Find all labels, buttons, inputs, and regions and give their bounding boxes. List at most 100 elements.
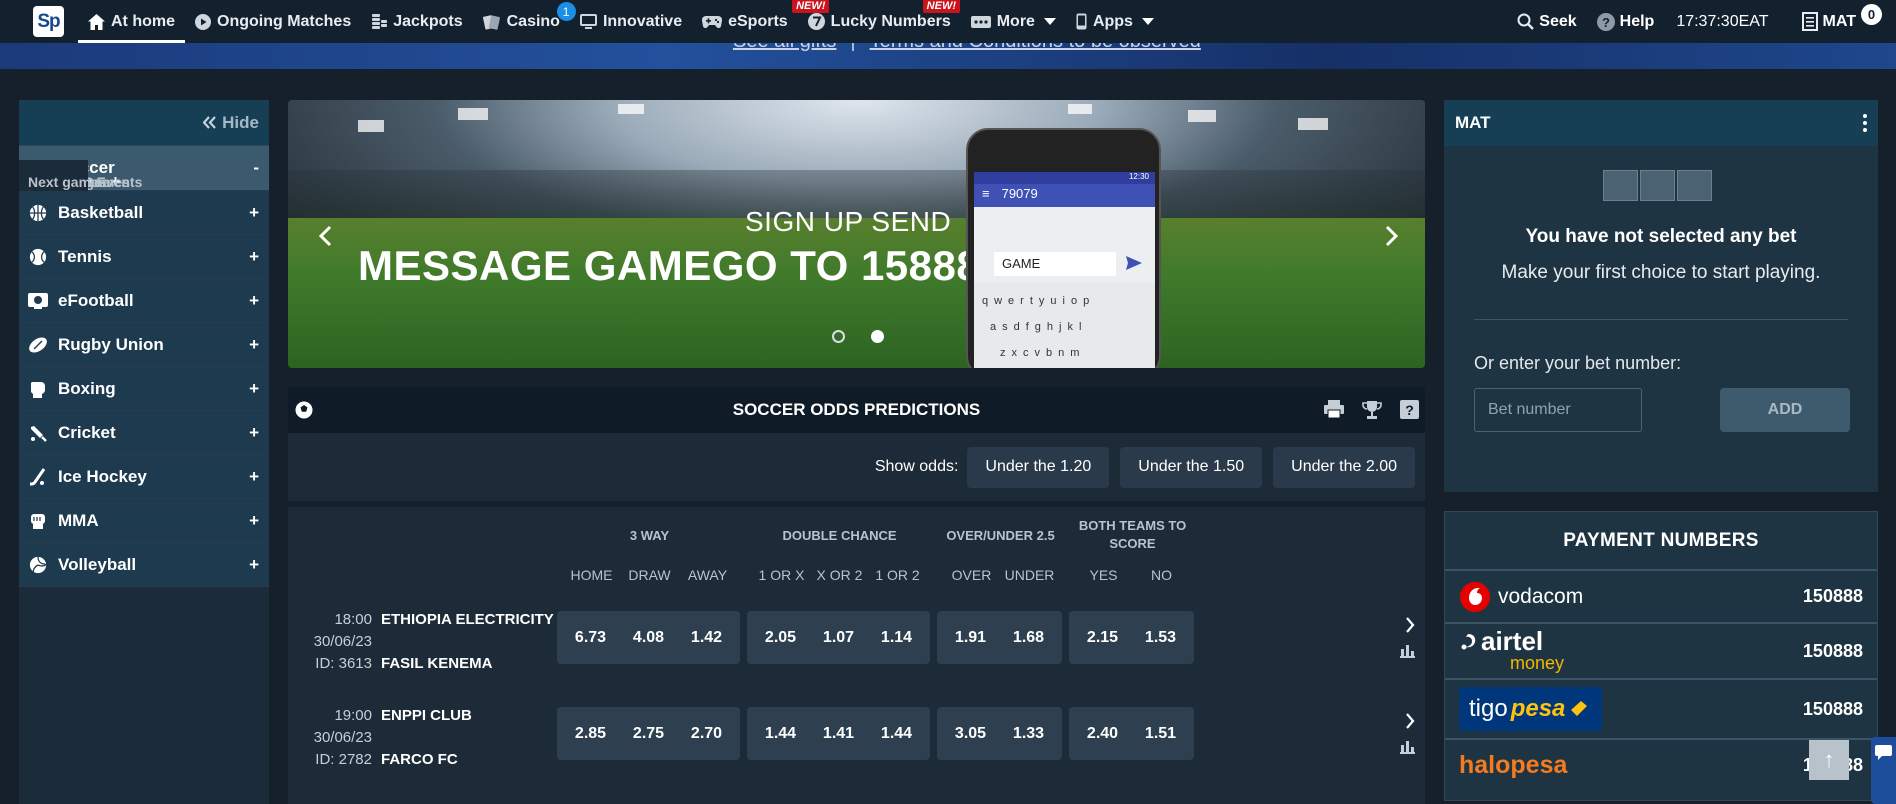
banner-next-arrow[interactable] <box>1385 225 1399 247</box>
odd-button[interactable]: 3.05 <box>937 707 1004 760</box>
promo-banner: SIGN UP SEND MESSAGE GAMEGO TO 15888 12:… <box>288 100 1425 368</box>
odd-button[interactable]: 1.07 <box>805 611 872 664</box>
betslip-panel: MAT You have not selected any bet Make y… <box>1444 100 1878 492</box>
banner-prev-arrow[interactable] <box>318 225 332 247</box>
odd-button[interactable]: 2.15 <box>1069 611 1136 664</box>
nav-at-home[interactable]: At home <box>78 0 185 43</box>
terms-link[interactable]: Terms and Conditions to be observed <box>870 43 1201 53</box>
carousel-dot-active[interactable] <box>871 330 884 343</box>
odd-button[interactable]: 1.42 <box>673 611 740 664</box>
expand-icon[interactable]: + <box>249 511 259 531</box>
phone-illustration: 12:30 ≡ 79079 GAME qwertyuiop asdfghjkl z… <box>966 128 1161 368</box>
sidebar-item-label: Cricket <box>58 422 116 442</box>
filter-under-1-50-button[interactable]: Under the 1.50 <box>1120 446 1263 488</box>
kebab-menu-icon[interactable] <box>1863 114 1867 132</box>
bet-number-input[interactable] <box>1474 388 1642 432</box>
expand-icon[interactable]: + <box>249 423 259 443</box>
carousel-dot[interactable] <box>832 330 845 343</box>
seek-button[interactable]: Seek <box>1517 13 1577 31</box>
carousel-dots <box>832 330 884 343</box>
see-all-gifts-link[interactable]: See all gifts <box>733 43 836 53</box>
betslip-toggle[interactable]: MAT 0 <box>1801 4 1882 31</box>
nav-ongoing-matches[interactable]: Ongoing Matches <box>185 0 361 43</box>
match-list: 18:00 30/06/23 ID: 3613 ETHIOPIA ELECTRICIT… <box>288 599 1425 781</box>
odd-button[interactable]: 4.08 <box>615 611 682 664</box>
odd-button[interactable]: 1.91 <box>937 611 1004 664</box>
match-teams[interactable]: ETHIOPIA ELECTRICITY FASIL KENEMA <box>381 609 554 675</box>
coins-icon <box>371 13 388 30</box>
odd-button[interactable]: 2.70 <box>673 707 740 760</box>
help-button[interactable]: ? Help <box>1596 12 1654 31</box>
odds-sub-header: 1 OR 2 <box>875 567 920 583</box>
odds-group-header: 3 WAY <box>629 528 670 543</box>
sidebar-item-efootball[interactable]: eFootball + <box>19 279 269 323</box>
sidebar-item-basketball[interactable]: Basketball + <box>19 191 269 235</box>
odd-button[interactable]: 1.51 <box>1127 707 1194 760</box>
chevron-down-icon <box>1141 18 1154 25</box>
odd-button[interactable]: 1.33 <box>995 707 1062 760</box>
chevron-right-icon[interactable] <box>1405 713 1415 729</box>
site-logo[interactable]: Sp <box>33 6 64 37</box>
sidebar-hide-button[interactable]: Hide <box>19 100 269 146</box>
odd-button[interactable]: 1.44 <box>863 707 930 760</box>
collapse-icon[interactable]: - <box>253 158 259 178</box>
sidebar-item-cricket[interactable]: Cricket + <box>19 411 269 455</box>
nav-jackpots[interactable]: Jackpots <box>361 0 472 43</box>
odd-button[interactable]: 6.73 <box>557 611 624 664</box>
payment-row-airtel: airtel money 150888 <box>1445 622 1877 678</box>
odd-button[interactable]: 2.40 <box>1069 707 1136 760</box>
odd-button[interactable]: 1.44 <box>747 707 814 760</box>
banner-title: MESSAGE GAMEGO TO 15888 <box>358 242 981 289</box>
bar-chart-icon[interactable] <box>1400 739 1415 754</box>
add-bet-button[interactable]: ADD <box>1720 388 1850 432</box>
nav-apps[interactable]: Apps <box>1066 0 1164 43</box>
nav-lucky-numbers[interactable]: Lucky Numbers NEW! <box>798 0 961 43</box>
expand-icon[interactable]: + <box>249 555 259 575</box>
nav-label: Lucky Numbers <box>830 12 951 30</box>
sidebar-item-volleyball[interactable]: Volleyball + <box>19 543 269 587</box>
odd-button[interactable]: 2.05 <box>747 611 814 664</box>
main-nav: At home Ongoing Matches Jackpots Casino … <box>78 0 1164 43</box>
sidebar-item-label: Rugby Union <box>58 334 164 354</box>
expand-icon[interactable]: + <box>249 291 259 311</box>
bar-chart-icon[interactable] <box>1400 643 1415 658</box>
trophy-icon[interactable] <box>1362 400 1382 420</box>
sidebar-item-mma[interactable]: MMA + <box>19 499 269 543</box>
match-time: 18:00 <box>334 611 372 628</box>
filter-under-1-20-button[interactable]: Under the 1.20 <box>967 446 1110 488</box>
sidebar-item-ice-hockey[interactable]: Ice Hockey + <box>19 455 269 499</box>
volleyball-icon <box>28 556 48 574</box>
expand-icon[interactable]: + <box>249 379 259 399</box>
odd-button[interactable]: 1.53 <box>1127 611 1194 664</box>
sports-sidebar: Hide Soccer-Important EventsBig 5 league… <box>19 100 269 804</box>
odd-button[interactable]: 2.75 <box>615 707 682 760</box>
expand-icon[interactable]: + <box>249 335 259 355</box>
help-square-icon[interactable]: ? <box>1400 400 1419 420</box>
sidebar-item-rugby-union[interactable]: Rugby Union + <box>19 323 269 367</box>
sidebar-item-tennis[interactable]: Tennis + <box>19 235 269 279</box>
odd-button[interactable]: 1.68 <box>995 611 1062 664</box>
chevron-right-icon[interactable] <box>1405 617 1415 633</box>
sidebar-item-boxing[interactable]: Boxing + <box>19 367 269 411</box>
odd-button[interactable]: 1.41 <box>805 707 872 760</box>
nav-innovative[interactable]: Innovative <box>570 0 692 43</box>
print-icon[interactable] <box>1324 400 1344 420</box>
nav-casino[interactable]: Casino 1 <box>473 0 576 43</box>
scroll-to-top-button[interactable]: ↑ <box>1809 740 1849 780</box>
chat-tab[interactable] <box>1871 737 1896 804</box>
nav-more[interactable]: More <box>961 0 1066 43</box>
match-teams[interactable]: ENPPI CLUB FARCO FC <box>381 705 472 771</box>
expand-icon[interactable]: + <box>249 467 259 487</box>
expand-icon[interactable]: + <box>249 203 259 223</box>
arrow-up-icon: ↑ <box>1823 747 1835 772</box>
odd-button[interactable]: 2.85 <box>557 707 624 760</box>
odd-button[interactable]: 1.14 <box>863 611 930 664</box>
hockey-stick-icon <box>28 467 48 486</box>
dots-icon <box>970 15 991 29</box>
nav-label: Innovative <box>602 12 683 30</box>
away-team: FARCO FC <box>381 751 458 768</box>
expand-icon[interactable]: + <box>249 247 259 267</box>
nav-esports[interactable]: eSports NEW! <box>692 0 830 43</box>
strip-separator: | <box>850 43 855 53</box>
filter-under-2-00-button[interactable]: Under the 2.00 <box>1273 446 1415 488</box>
